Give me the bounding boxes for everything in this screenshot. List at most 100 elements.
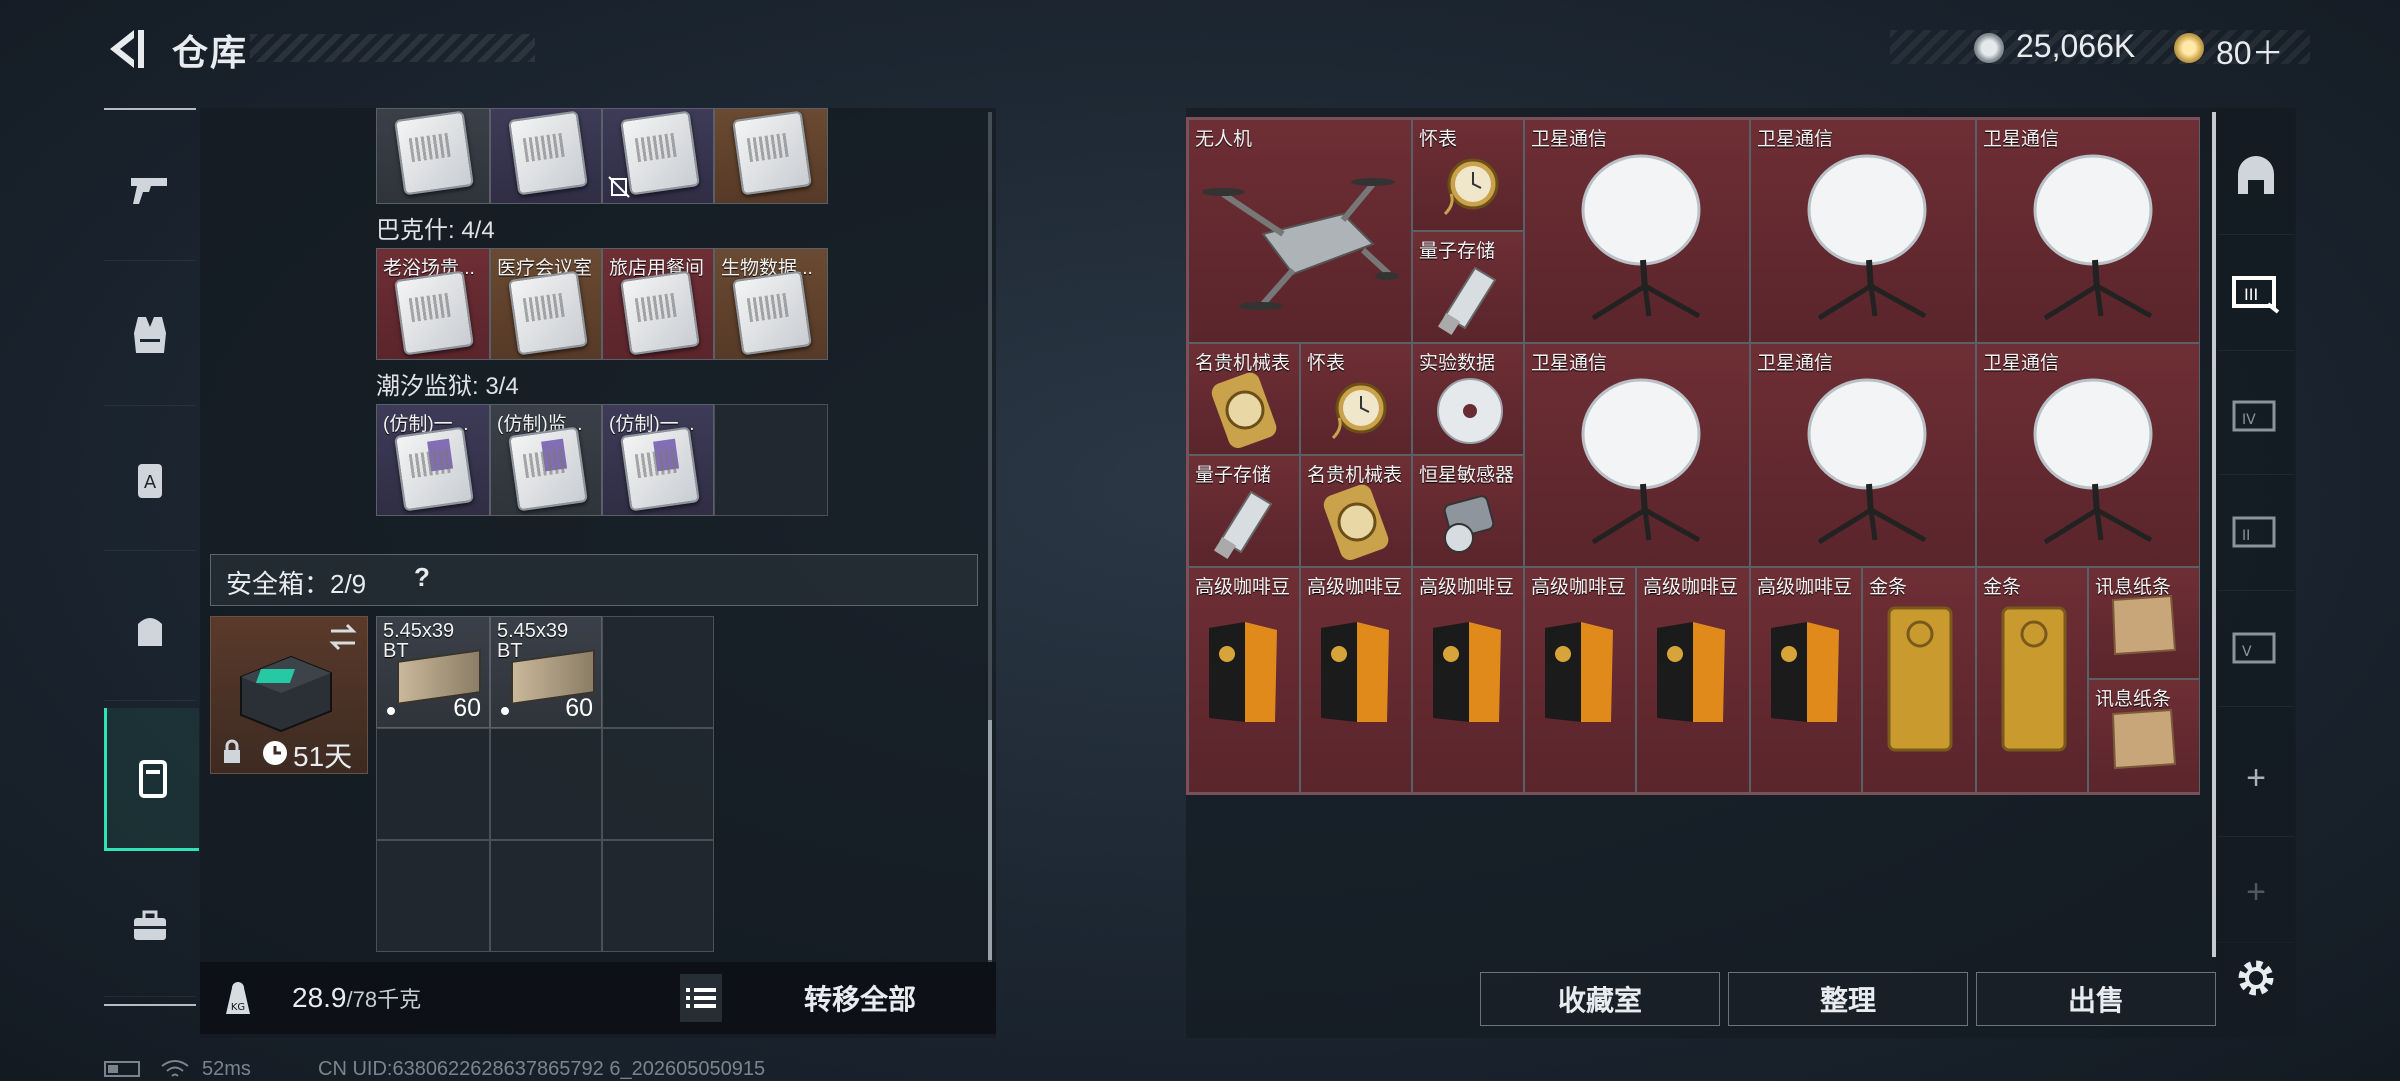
gold-currency-value[interactable]: 80＋ <box>2216 28 2284 74</box>
item-luxury-watch[interactable]: 名贵机械表 <box>1300 455 1412 567</box>
item-message-note[interactable]: 讯息纸条 <box>2088 679 2200 793</box>
weight-icon: KG <box>226 982 250 1014</box>
disc-icon <box>1437 378 1503 444</box>
transfer-all-button[interactable]: 转移全部 <box>740 974 980 1022</box>
coffee-bag-icon <box>1545 622 1613 722</box>
keycard-item[interactable]: (仿制)一... <box>602 404 714 516</box>
item-star-sensor[interactable]: 恒星敏感器 <box>1412 455 1524 567</box>
satellite-dish-icon <box>1581 378 1701 544</box>
stash-tab-icon: IV <box>2232 400 2276 432</box>
item-satellite-comm[interactable]: 卫星通信 <box>1976 343 2200 567</box>
item-satellite-comm[interactable]: 卫星通信 <box>1524 343 1750 567</box>
collection-room-button[interactable]: 收藏室 <box>1480 972 1720 1026</box>
empty-slot[interactable] <box>490 728 602 840</box>
organize-button[interactable]: 整理 <box>1728 972 1968 1026</box>
item-drone[interactable]: 无人机 <box>1188 119 1412 343</box>
item-luxury-watch[interactable]: 名贵机械表 <box>1188 343 1300 455</box>
nav-armor[interactable]: A <box>104 410 196 551</box>
nav-safe-box[interactable] <box>104 708 199 851</box>
keycard-item[interactable]: 老浴场贵... <box>376 248 490 360</box>
nav-weapons[interactable] <box>104 120 196 261</box>
nav-backpack[interactable] <box>104 560 196 701</box>
briefcase-icon <box>134 910 166 940</box>
weight-readout: 28.9/78千克 <box>292 982 421 1014</box>
help-button[interactable]: ? <box>414 562 430 593</box>
list-icon <box>686 988 716 1008</box>
rnav-add-tab[interactable]: + <box>2218 720 2294 837</box>
item-experiment-data[interactable]: 实验数据 <box>1412 343 1524 455</box>
gold-coin-icon <box>2174 33 2204 63</box>
safe-timer: 51天 <box>293 741 353 772</box>
rnav-stash-4[interactable]: IV <box>2218 358 2294 475</box>
item-satellite-comm[interactable]: 卫星通信 <box>1750 343 1976 567</box>
item-satellite-comm[interactable]: 卫星通信 <box>1976 119 2200 343</box>
stash-scrollbar[interactable] <box>2212 112 2216 957</box>
pistol-icon <box>131 178 167 204</box>
group-title: 巴克什: 4/4 <box>376 217 495 244</box>
keycard-item[interactable]: 医疗会议室 <box>490 248 602 360</box>
rnav-stash-2[interactable]: II <box>2218 474 2294 591</box>
keycard-slot[interactable] <box>602 108 714 204</box>
safe-container-icon <box>240 655 332 733</box>
keycard-item[interactable]: (仿制)一... <box>376 404 490 516</box>
swap-icon[interactable] <box>327 623 359 651</box>
empty-slot[interactable] <box>490 840 602 952</box>
keycard-item[interactable]: 旅店用餐间 <box>602 248 714 360</box>
empty-slot[interactable] <box>602 840 714 952</box>
ammo-item[interactable]: 5.45x39 BT 60 <box>376 616 490 728</box>
nav-bottom-divider <box>104 1004 196 1006</box>
title-decoration <box>250 34 535 62</box>
page-title: 仓库 <box>172 32 249 73</box>
list-view-button[interactable] <box>680 974 722 1022</box>
keycard-slot[interactable] <box>490 108 602 204</box>
empty-slot[interactable] <box>376 840 490 952</box>
rnav-stash-5[interactable]: V <box>2218 590 2294 707</box>
sell-button[interactable]: 出售 <box>1976 972 2216 1026</box>
satellite-dish-icon <box>1807 154 1927 320</box>
item-gold-bar[interactable]: 金条 <box>1976 567 2088 793</box>
empty-slot[interactable] <box>376 728 490 840</box>
silver-currency-value: 25,066K <box>2016 28 2136 64</box>
gear-icon[interactable] <box>2232 954 2280 1002</box>
keycard-item[interactable]: 生物数据... <box>714 248 828 360</box>
item-coffee-beans[interactable]: 高级咖啡豆 <box>1636 567 1750 793</box>
item-quantum-storage[interactable]: 量子存储 <box>1412 231 1524 343</box>
item-pocket-watch[interactable]: 怀表 <box>1412 119 1524 231</box>
item-coffee-beans[interactable]: 高级咖啡豆 <box>1412 567 1524 793</box>
safe-box-title: 安全箱：2/9 <box>226 569 367 599</box>
ammo-item[interactable]: 5.45x39 BT 60 <box>490 616 602 728</box>
item-pocket-watch[interactable]: 怀表 <box>1300 343 1412 455</box>
clock-icon <box>263 741 287 765</box>
back-arrow-icon[interactable] <box>100 24 150 74</box>
item-satellite-comm[interactable]: 卫星通信 <box>1750 119 1976 343</box>
inventory-scroll-thumb[interactable] <box>988 720 992 960</box>
uid-readout: CN UID:6380622628637865792 6_20260505091… <box>318 1058 766 1080</box>
stash-tab-icon: V <box>2232 632 2276 664</box>
empty-slot[interactable] <box>714 404 828 516</box>
battery-icon <box>104 1061 140 1077</box>
gold-bar-icon <box>1887 606 1953 752</box>
item-gold-bar[interactable]: 金条 <box>1862 567 1976 793</box>
broken-card-icon <box>608 176 630 198</box>
empty-slot[interactable] <box>602 616 714 728</box>
stash-tab-icon: III <box>2232 276 2280 314</box>
item-coffee-beans[interactable]: 高级咖啡豆 <box>1300 567 1412 793</box>
backpack-icon <box>138 618 162 646</box>
empty-slot[interactable] <box>602 728 714 840</box>
nav-toolkit[interactable] <box>104 856 196 997</box>
item-coffee-beans[interactable]: 高级咖啡豆 <box>1524 567 1636 793</box>
rnav-stash-3[interactable]: III <box>2218 234 2294 351</box>
keycard-item[interactable]: (仿制)监... <box>490 404 602 516</box>
safe-container[interactable]: 51天 <box>210 616 368 774</box>
drone-icon <box>1203 178 1399 310</box>
keycard-slot[interactable] <box>714 108 828 204</box>
item-message-note[interactable]: 讯息纸条 <box>2088 567 2200 679</box>
nav-vest[interactable] <box>104 265 196 406</box>
coffee-bag-icon <box>1433 622 1501 722</box>
item-coffee-beans[interactable]: 高级咖啡豆 <box>1750 567 1862 793</box>
item-quantum-storage[interactable]: 量子存储 <box>1188 455 1300 567</box>
keycard-slot[interactable] <box>376 108 490 204</box>
rnav-arena[interactable] <box>2218 118 2294 235</box>
item-satellite-comm[interactable]: 卫星通信 <box>1524 119 1750 343</box>
item-coffee-beans[interactable]: 高级咖啡豆 <box>1188 567 1300 793</box>
